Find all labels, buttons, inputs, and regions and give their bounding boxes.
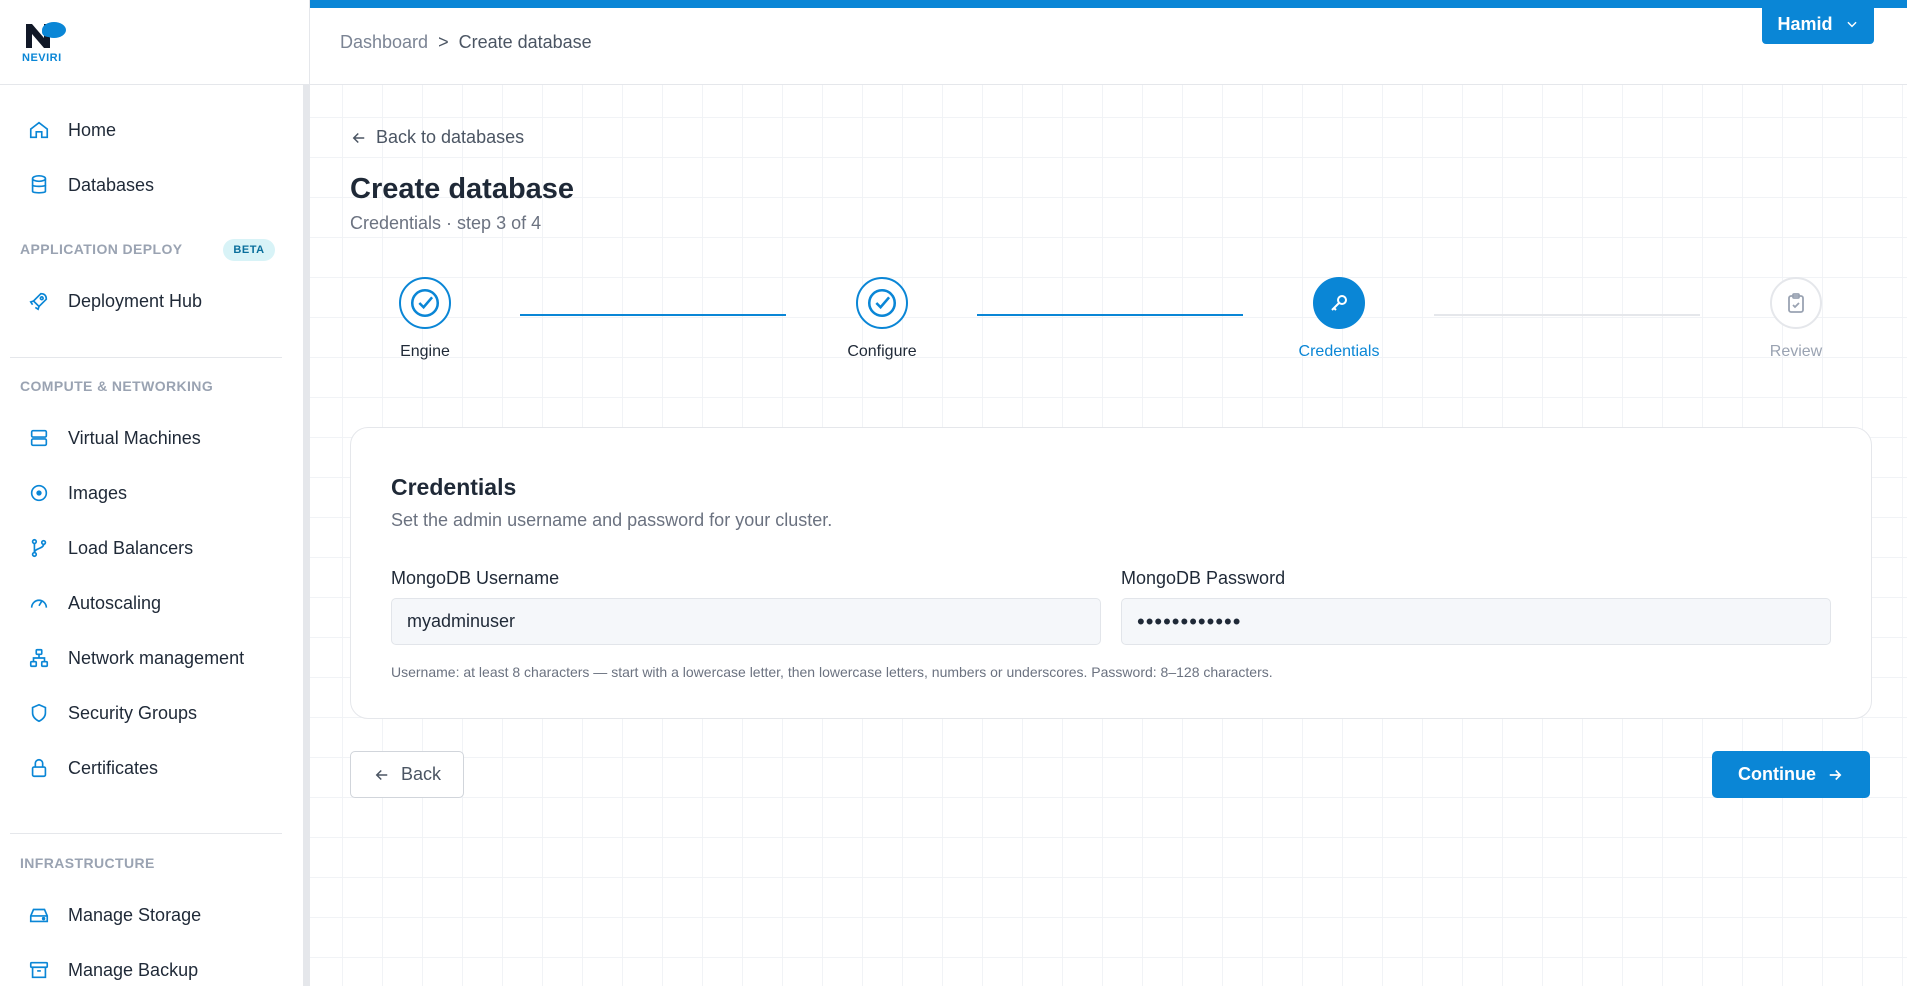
sidebar-item-deployment-hub[interactable]: Deployment Hub [28, 283, 288, 319]
sidebar-item-label: Network management [68, 647, 245, 668]
logo-text: NEVIRI [22, 52, 62, 64]
check-circle-icon [867, 288, 897, 318]
top-bar: Dashboard > Create database Hamid [310, 0, 1907, 85]
breadcrumb-separator: > [438, 32, 449, 52]
breadcrumb-dashboard[interactable]: Dashboard [340, 32, 428, 53]
step-connector [520, 314, 786, 316]
continue-button-label: Continue [1738, 764, 1816, 784]
step-configure[interactable]: Configure [822, 277, 942, 361]
step-circle [1313, 277, 1365, 329]
sidebar-item-network-management[interactable]: Network management [28, 640, 288, 676]
branch-icon [31, 538, 47, 558]
sidebar-item-manage-storage[interactable]: Manage Storage [28, 897, 288, 933]
card-description: Set the admin username and password for … [391, 510, 833, 530]
home-icon [29, 121, 49, 139]
user-name: Hamid [1777, 13, 1833, 34]
arrow-right-icon [1829, 769, 1842, 780]
sidebar-item-label: Deployment Hub [68, 290, 203, 311]
sidebar-item-label: Images [68, 482, 128, 503]
archive-icon [29, 961, 49, 979]
username-label: MongoDB Username [391, 568, 560, 588]
username-input[interactable] [391, 598, 1101, 645]
section-application-deploy: APPLICATION DEPLOY [20, 241, 183, 257]
password-input[interactable] [1121, 598, 1831, 645]
clipboard-check-icon [1788, 293, 1804, 313]
step-engine[interactable]: Engine [365, 277, 485, 361]
sidebar-item-label: Home [68, 119, 117, 140]
disc-icon [30, 484, 48, 502]
arrow-left-icon [375, 769, 388, 780]
key-icon [1331, 295, 1347, 311]
user-menu-button[interactable]: Hamid [1762, 4, 1874, 44]
sidebar-item-security-groups[interactable]: Security Groups [28, 695, 288, 731]
step-circle [1770, 277, 1822, 329]
sidebar-item-home[interactable]: Home [28, 112, 288, 148]
field-hint: Username: at least 8 characters — start … [391, 664, 1273, 680]
network-icon [29, 648, 49, 668]
sidebar-item-virtual-machines[interactable]: Virtual Machines [28, 420, 288, 456]
sidebar: NEVIRI Home Databases APPLICATION DEPLOY… [0, 0, 310, 986]
step-connector [1434, 314, 1700, 316]
shield-icon [31, 703, 47, 723]
sidebar-item-label: Security Groups [68, 702, 198, 723]
database-icon [31, 175, 47, 194]
credentials-card: Credentials Set the admin username and p… [350, 427, 1872, 719]
back-button-label: Back [400, 764, 442, 784]
step-label: Credentials [1298, 343, 1380, 360]
divider [10, 833, 282, 834]
back-to-databases-link[interactable]: Back to databases [350, 127, 524, 148]
storage-icon [29, 908, 49, 923]
check-circle-icon [410, 288, 440, 318]
back-link-label: Back to databases [376, 127, 525, 147]
sidebar-item-load-balancers[interactable]: Load Balancers [28, 530, 288, 566]
lock-icon [31, 758, 47, 778]
sidebar-item-label: Load Balancers [68, 537, 194, 558]
card-title: Credentials [391, 474, 517, 500]
beta-badge: BETA [223, 239, 275, 261]
continue-button[interactable]: Continue [1712, 751, 1870, 798]
divider [10, 357, 282, 358]
gauge-icon [30, 599, 48, 608]
page-title: Create database [350, 173, 575, 205]
sidebar-item-label: Autoscaling [68, 592, 162, 613]
breadcrumb-current: Create database [458, 32, 592, 52]
password-label: MongoDB Password [1121, 568, 1286, 588]
chevron-down-icon [1846, 21, 1857, 28]
section-infrastructure: INFRASTRUCTURE [20, 855, 155, 871]
main-content: Back to databases Create database Creden… [310, 85, 1907, 986]
step-credentials[interactable]: Credentials [1279, 277, 1399, 361]
sidebar-item-images[interactable]: Images [28, 475, 288, 511]
step-label: Engine [400, 343, 450, 360]
sidebar-item-label: Certificates [68, 757, 159, 778]
back-button[interactable]: Back [350, 751, 464, 798]
breadcrumb: Dashboard > Create database [340, 32, 592, 53]
sidebar-item-label: Databases [68, 174, 155, 195]
step-label: Configure [847, 343, 917, 360]
step-review[interactable]: Review [1736, 277, 1856, 361]
page-subtitle: Credentials · step 3 of 4 [350, 213, 542, 233]
sidebar-item-manage-backup[interactable]: Manage Backup [28, 952, 288, 988]
sidebar-item-autoscaling[interactable]: Autoscaling [28, 585, 288, 621]
step-circle [856, 277, 908, 329]
sidebar-item-label: Manage Backup [68, 959, 199, 980]
step-connector [977, 314, 1243, 316]
sidebar-item-label: Manage Storage [68, 904, 202, 925]
sidebar-item-label: Virtual Machines [68, 427, 201, 448]
top-accent-bar [310, 0, 1907, 8]
server-icon [30, 429, 48, 447]
section-compute-networking: COMPUTE & NETWORKING [20, 378, 214, 394]
sidebar-item-databases[interactable]: Databases [28, 167, 288, 203]
step-label: Review [1769, 343, 1823, 360]
step-circle [399, 277, 451, 329]
sidebar-item-certificates[interactable]: Certificates [28, 750, 288, 786]
rocket-icon [29, 292, 48, 311]
sidebar-scrollbar[interactable] [303, 84, 310, 986]
divider [0, 84, 310, 85]
arrow-left-icon [352, 132, 365, 143]
